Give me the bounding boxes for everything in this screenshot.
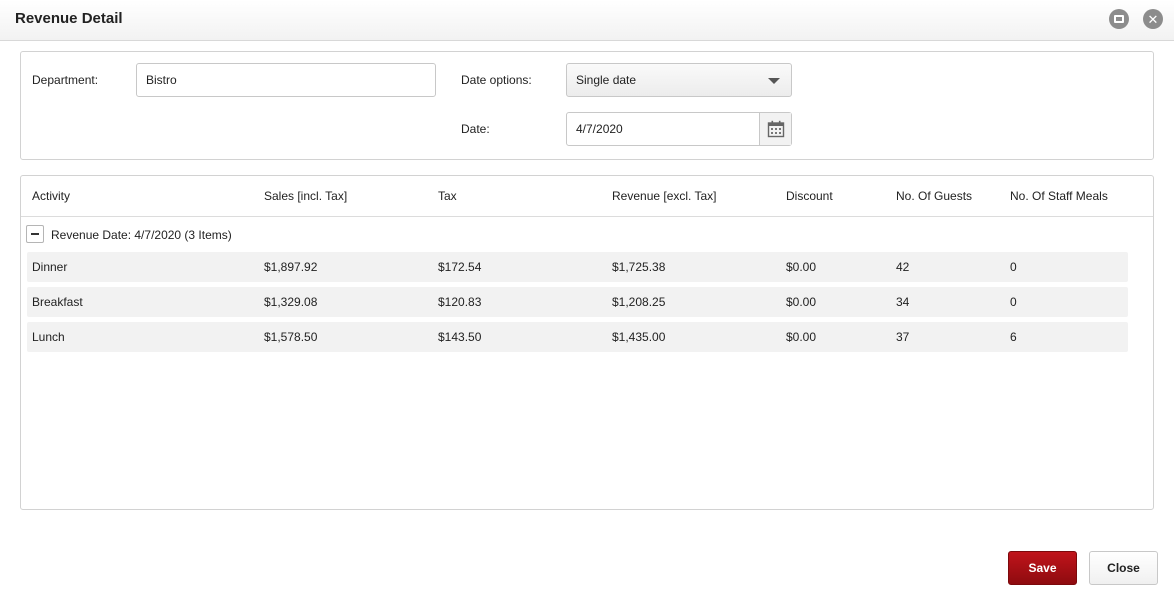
close-window-button[interactable]: ✕ bbox=[1143, 9, 1163, 29]
cell-revenue: $1,435.00 bbox=[612, 330, 666, 344]
group-label: Revenue Date: 4/7/2020 (3 Items) bbox=[51, 228, 232, 242]
column-header-guests[interactable]: No. Of Guests bbox=[896, 189, 972, 203]
window-title: Revenue Detail bbox=[15, 10, 123, 27]
department-label: Department: bbox=[32, 73, 99, 87]
grid-header: Activity Sales [incl. Tax] Tax Revenue [… bbox=[21, 176, 1153, 217]
calendar-button[interactable] bbox=[759, 113, 791, 145]
title-bar: Revenue Detail ✕ bbox=[0, 0, 1174, 41]
date-value: 4/7/2020 bbox=[576, 122, 623, 136]
column-header-revenue[interactable]: Revenue [excl. Tax] bbox=[612, 189, 717, 203]
cell-tax: $143.50 bbox=[438, 330, 482, 344]
chevron-down-icon bbox=[768, 78, 780, 84]
cell-tax: $120.83 bbox=[438, 295, 482, 309]
save-button[interactable]: Save bbox=[1008, 551, 1077, 585]
cell-revenue: $1,725.38 bbox=[612, 260, 666, 274]
column-header-activity[interactable]: Activity bbox=[32, 189, 70, 203]
cell-guests: 34 bbox=[896, 295, 910, 309]
cell-discount: $0.00 bbox=[786, 295, 817, 309]
cell-activity: Lunch bbox=[32, 330, 65, 344]
table-row[interactable]: Lunch $1,578.50 $143.50 $1,435.00 $0.00 … bbox=[27, 322, 1128, 352]
cell-staff-meals: 0 bbox=[1010, 260, 1017, 274]
table-row[interactable]: Breakfast $1,329.08 $120.83 $1,208.25 $0… bbox=[27, 287, 1128, 317]
column-header-sales[interactable]: Sales [incl. Tax] bbox=[264, 189, 347, 203]
table-row[interactable]: Dinner $1,897.92 $172.54 $1,725.38 $0.00… bbox=[27, 252, 1128, 282]
cell-activity: Dinner bbox=[32, 260, 68, 274]
date-label: Date: bbox=[461, 122, 490, 136]
cell-discount: $0.00 bbox=[786, 260, 817, 274]
filter-panel: Department: Bistro Date options: Single … bbox=[20, 51, 1154, 160]
department-field[interactable]: Bistro bbox=[136, 63, 436, 97]
restore-window-button[interactable] bbox=[1109, 9, 1129, 29]
group-row: Revenue Date: 4/7/2020 (3 Items) bbox=[21, 218, 1153, 252]
cell-revenue: $1,208.25 bbox=[612, 295, 666, 309]
calendar-icon bbox=[767, 120, 784, 138]
cell-staff-meals: 0 bbox=[1010, 295, 1017, 309]
collapse-group-icon bbox=[31, 233, 39, 235]
cell-staff-meals: 6 bbox=[1010, 330, 1017, 344]
cell-activity: Breakfast bbox=[32, 295, 83, 309]
date-options-select[interactable]: Single date bbox=[566, 63, 792, 97]
column-header-staff-meals[interactable]: No. Of Staff Meals bbox=[1010, 189, 1108, 203]
date-field[interactable]: 4/7/2020 bbox=[566, 112, 792, 146]
cell-discount: $0.00 bbox=[786, 330, 817, 344]
close-button[interactable]: Close bbox=[1089, 551, 1158, 585]
cell-sales: $1,578.50 bbox=[264, 330, 318, 344]
date-options-label: Date options: bbox=[461, 73, 532, 87]
collapse-group-button[interactable] bbox=[26, 225, 44, 243]
department-value: Bistro bbox=[146, 73, 177, 87]
cell-guests: 37 bbox=[896, 330, 910, 344]
column-header-tax[interactable]: Tax bbox=[438, 189, 457, 203]
restore-window-icon bbox=[1114, 15, 1124, 23]
cell-sales: $1,329.08 bbox=[264, 295, 318, 309]
date-options-value: Single date bbox=[576, 73, 637, 87]
column-header-discount[interactable]: Discount bbox=[786, 189, 833, 203]
close-window-icon: ✕ bbox=[1147, 11, 1159, 27]
cell-guests: 42 bbox=[896, 260, 910, 274]
revenue-grid: Activity Sales [incl. Tax] Tax Revenue [… bbox=[20, 175, 1154, 510]
cell-tax: $172.54 bbox=[438, 260, 482, 274]
cell-sales: $1,897.92 bbox=[264, 260, 318, 274]
